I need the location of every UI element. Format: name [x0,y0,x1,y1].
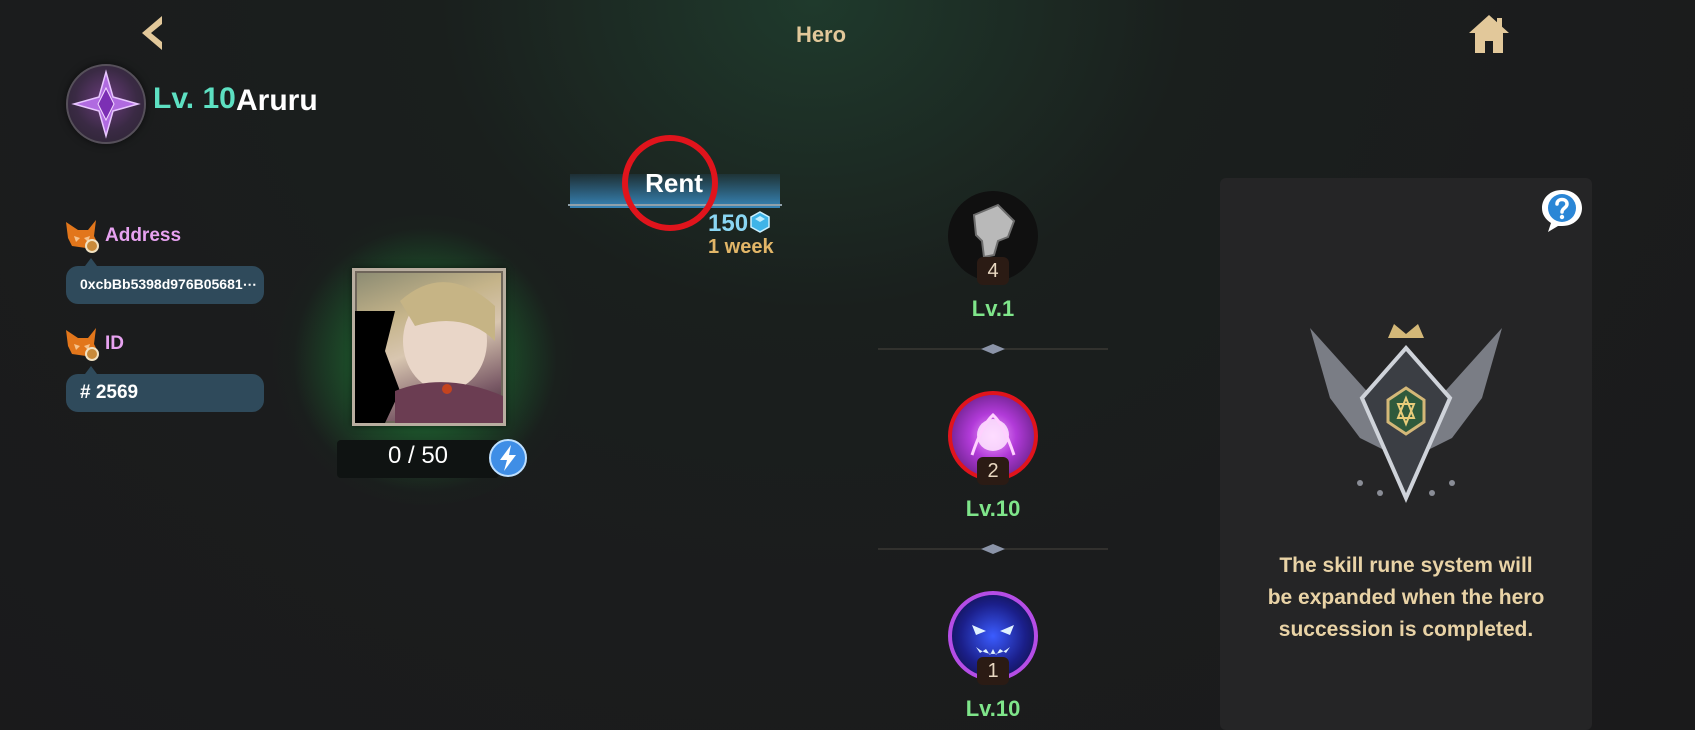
skill-count-2: 2 [977,457,1009,485]
rent-price: 150 [708,210,749,237]
hero-portrait[interactable] [352,268,506,426]
skill-level-3: Lv.10 [965,696,1021,721]
hero-class-emblem [66,64,146,144]
metamask-fox-icon [66,328,99,361]
skill-rune-message-line: The skill rune system will [1279,554,1533,577]
address-pill-tail [85,258,97,266]
address-label: Address [105,225,182,246]
question-icon [1542,190,1582,232]
experience-text: 0 / 50 [387,442,449,469]
skill-rune-message-line: succession is completed. [1278,618,1534,641]
level-up-button[interactable] [488,438,528,478]
skill-level-1: Lv.1 [971,296,1015,321]
home-button[interactable] [1466,12,1512,56]
home-icon [1469,15,1509,53]
id-value: # 2569 [80,382,139,403]
rent-duration: 1 week [708,236,774,258]
skill-count-1: 4 [977,257,1009,285]
id-label: ID [105,333,124,354]
blue-gem-icon [750,211,770,233]
purple-star-emblem-icon [71,69,141,139]
skill-divider [878,544,1108,554]
metamask-fox-icon [66,220,99,253]
skill-divider [878,344,1108,354]
skill-rune-message: The skill rune system will be expanded w… [1250,550,1562,646]
skill-count-3: 1 [977,657,1009,685]
id-field[interactable]: # 2569 [66,374,264,412]
rent-highlight-circle [622,135,718,231]
address-field[interactable]: 0xcbBb5398d976B05681⋯ [66,266,264,304]
address-value: 0xcbBb5398d976B05681⋯ [80,276,257,292]
hero-portrait-art [355,282,503,423]
skill-rune-message-line: be expanded when the hero [1267,586,1545,609]
winged-crest-icon [1310,324,1502,503]
skill-level-2: Lv.10 [965,496,1021,521]
help-button[interactable] [1540,188,1584,232]
hero-name: Aruru [236,84,318,117]
hero-level: Lv. 10 [153,82,236,115]
id-pill-tail [85,366,97,374]
screen-title: Hero [795,22,847,47]
